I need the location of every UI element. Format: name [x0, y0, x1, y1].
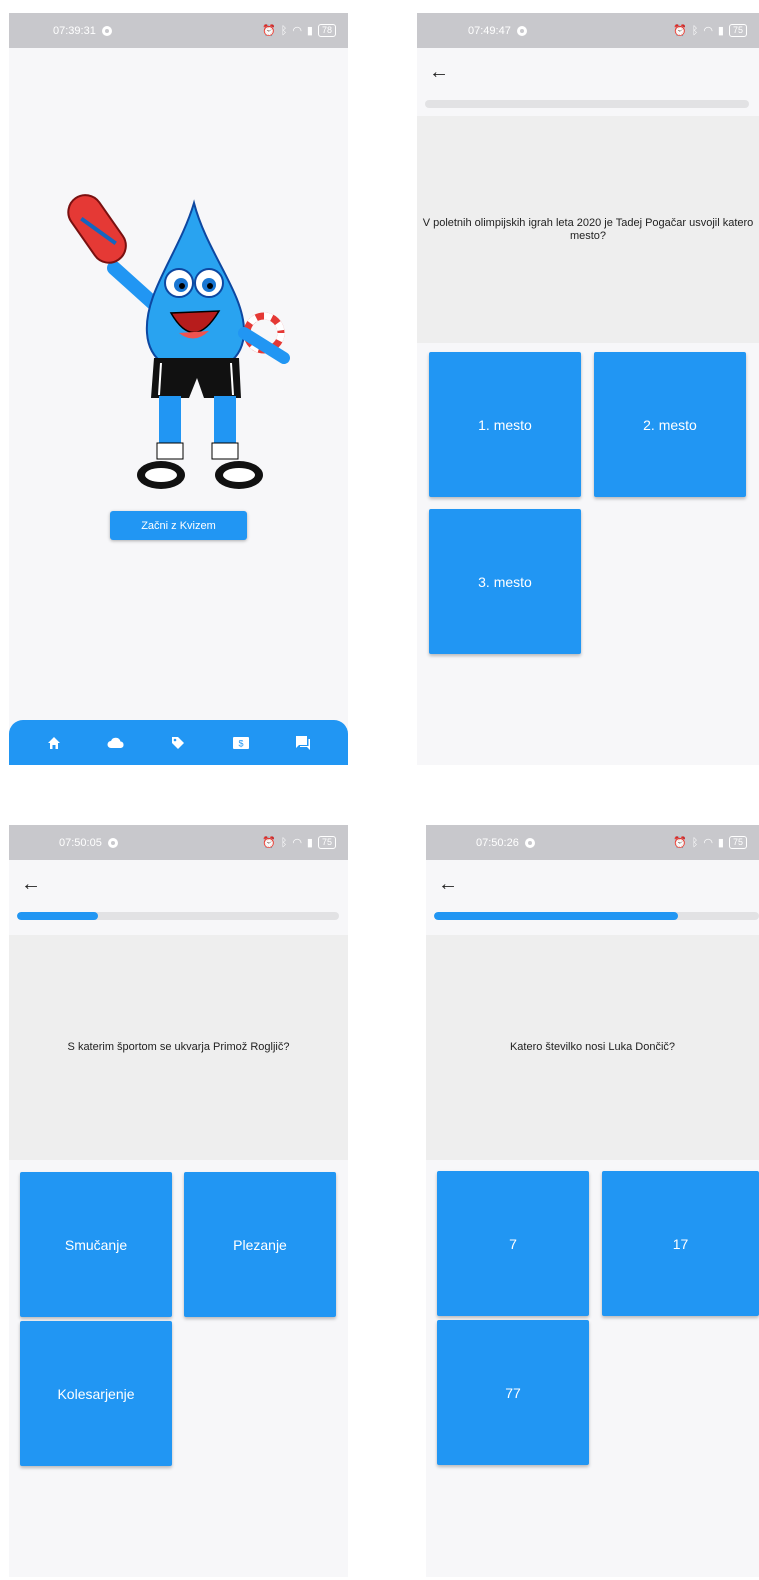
signal-icon: ▮: [306, 25, 313, 37]
start-quiz-button[interactable]: Začni z Kvizem: [110, 511, 247, 540]
signal-icon: ▮: [717, 25, 724, 37]
alarm-icon: ⏰: [262, 837, 276, 849]
progress-fill: [434, 912, 678, 920]
bluetooth-icon: ᛒ: [280, 836, 288, 849]
battery-icon: 75: [317, 836, 336, 849]
bottom-navigation-bar: $: [9, 720, 348, 765]
chat-icon[interactable]: [291, 731, 315, 755]
back-arrow-icon[interactable]: ←: [429, 61, 451, 83]
signal-icon: ▮: [306, 837, 313, 849]
status-bar: 07:50:05 ⏰ ᛒ ◠ ▮ 75: [9, 825, 348, 860]
cloud-icon[interactable]: [104, 731, 128, 755]
question-text: V poletnih olimpijskih igrah leta 2020 j…: [422, 216, 754, 242]
quiz-screen-1: 07:49:47 ⏰ ᛒ ◠ ▮ 75 ← V poletnih olimpij…: [417, 13, 759, 765]
alarm-icon: ⏰: [673, 25, 687, 37]
quiz-progress-bar: [17, 912, 339, 920]
answer-button-1[interactable]: 7: [437, 1171, 589, 1316]
answer-button-2[interactable]: 2. mesto: [594, 352, 746, 497]
status-icons: ⏰ ᛒ ◠ ▮ 75: [262, 836, 336, 849]
question-text: S katerim športom se ukvarja Primož Rogl…: [67, 1041, 290, 1053]
status-time: 07:50:26: [476, 836, 519, 849]
wifi-icon: ◠: [292, 837, 302, 849]
answer-button-2[interactable]: Plezanje: [184, 1172, 336, 1317]
notification-icon: [516, 25, 527, 36]
signal-icon: ▮: [717, 837, 724, 849]
answer-button-3[interactable]: 77: [437, 1320, 589, 1465]
status-bar: 07:39:31 ⏰ ᛒ ◠ ▮ 78: [9, 13, 348, 48]
progress-fill: [17, 912, 98, 920]
home-icon[interactable]: [42, 731, 66, 755]
alarm-icon: ⏰: [262, 25, 276, 37]
quiz-screen-2: 07:50:05 ⏰ ᛒ ◠ ▮ 75 ← S katerim športom …: [9, 825, 348, 1577]
money-icon[interactable]: $: [229, 731, 253, 755]
svg-text:$: $: [238, 738, 243, 748]
notification-icon: [524, 837, 535, 848]
answer-button-1[interactable]: 1. mesto: [429, 352, 581, 497]
answer-button-3[interactable]: 3. mesto: [429, 509, 581, 654]
question-panel: S katerim športom se ukvarja Primož Rogl…: [9, 935, 348, 1160]
back-arrow-icon[interactable]: ←: [21, 873, 43, 895]
quiz-progress-bar: [425, 100, 749, 108]
notification-icon: [107, 837, 118, 848]
question-text: Katero številko nosi Luka Dončič?: [509, 1041, 676, 1053]
quiz-screen-3: 07:50:26 ⏰ ᛒ ◠ ▮ 75 ← Katero številko no…: [426, 825, 759, 1577]
answer-button-3[interactable]: Kolesarjenje: [20, 1321, 172, 1466]
notification-icon: [101, 25, 112, 36]
status-icons: ⏰ ᛒ ◠ ▮ 78: [262, 24, 336, 37]
back-arrow-icon[interactable]: ←: [438, 873, 460, 895]
battery-icon: 78: [317, 24, 336, 37]
wifi-icon: ◠: [703, 837, 713, 849]
bluetooth-icon: ᛒ: [691, 24, 699, 37]
water-drop-mascot-image: [67, 194, 290, 489]
battery-icon: 75: [728, 24, 747, 37]
status-bar: 07:50:26 ⏰ ᛒ ◠ ▮ 75: [426, 825, 759, 860]
status-time: 07:49:47: [468, 24, 511, 37]
answer-button-2[interactable]: 17: [602, 1171, 759, 1316]
bluetooth-icon: ᛒ: [691, 836, 699, 849]
wifi-icon: ◠: [703, 25, 713, 37]
answer-button-1[interactable]: Smučanje: [20, 1172, 172, 1317]
home-screen: 07:39:31 ⏰ ᛒ ◠ ▮ 78 Začni z Kvizem $: [9, 13, 348, 765]
status-bar: 07:49:47 ⏰ ᛒ ◠ ▮ 75: [417, 13, 759, 48]
quiz-progress-bar: [434, 912, 759, 920]
bluetooth-icon: ᛒ: [280, 24, 288, 37]
wifi-icon: ◠: [292, 25, 302, 37]
battery-icon: 75: [728, 836, 747, 849]
alarm-icon: ⏰: [673, 837, 687, 849]
tag-icon[interactable]: [166, 731, 190, 755]
status-time: 07:39:31: [53, 24, 96, 37]
question-panel: V poletnih olimpijskih igrah leta 2020 j…: [417, 116, 759, 343]
question-panel: Katero številko nosi Luka Dončič?: [426, 935, 759, 1160]
status-icons: ⏰ ᛒ ◠ ▮ 75: [673, 24, 747, 37]
status-icons: ⏰ ᛒ ◠ ▮ 75: [673, 836, 747, 849]
status-time: 07:50:05: [59, 836, 102, 849]
